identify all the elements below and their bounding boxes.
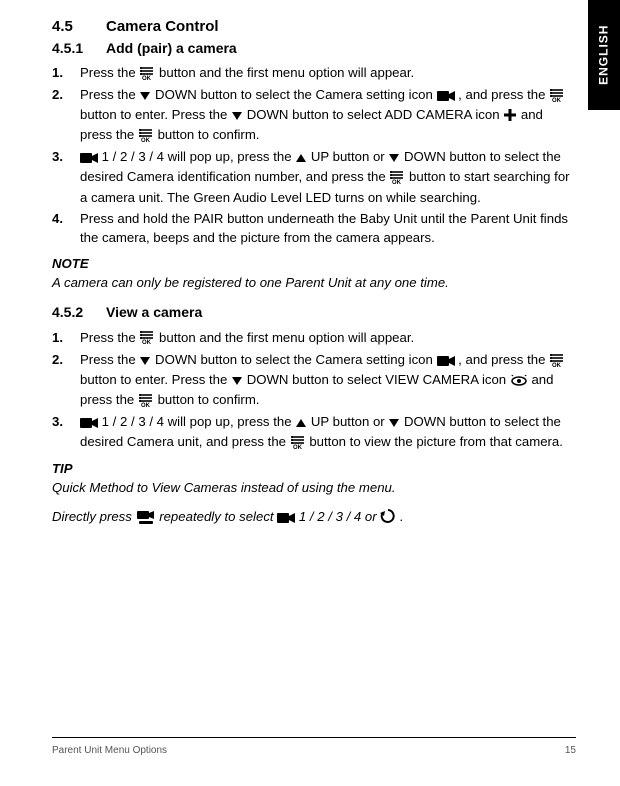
down-arrow-icon — [139, 90, 151, 102]
step-item: 2.Press the DOWN button to select the Ca… — [52, 84, 576, 146]
step-item: 3. 1 / 2 / 3 / 4 will pop up, press the … — [52, 146, 576, 207]
menu-ok-icon: OK — [139, 330, 155, 344]
down-arrow-icon — [388, 417, 400, 429]
page-footer: Parent Unit Menu Options 15 — [0, 737, 620, 759]
step-text: Press the DOWN button to select the Came… — [80, 85, 576, 145]
step-number: 2. — [52, 85, 80, 145]
step-number: 4. — [52, 209, 80, 247]
camera-icon — [80, 152, 98, 164]
footer-left: Parent Unit Menu Options — [52, 744, 167, 759]
subsection-title: View a camera — [106, 302, 202, 322]
step-item: 1.Press the OK button and the first menu… — [52, 327, 576, 349]
svg-text:OK: OK — [141, 138, 151, 142]
menu-ok-icon: OK — [290, 435, 306, 449]
camera-icon — [80, 417, 98, 429]
camera-select-icon — [136, 510, 156, 524]
step-text: Press the OK button and the first menu o… — [80, 328, 576, 348]
camera-icon — [437, 355, 455, 367]
section-heading: 4.5 Camera Control — [52, 16, 576, 38]
step-text: Press the OK button and the first menu o… — [80, 63, 576, 83]
menu-ok-icon: OK — [549, 353, 565, 367]
note-text: A camera can only be registered to one P… — [52, 273, 576, 292]
step-number: 2. — [52, 350, 80, 410]
cycle-icon — [380, 508, 396, 524]
note-heading: NOTE — [52, 254, 576, 273]
subsection-heading: 4.5.1 Add (pair) a camera — [52, 38, 576, 58]
steps-list-view: 1.Press the OK button and the first menu… — [52, 327, 576, 453]
steps-list-add: 1.Press the OK button and the first menu… — [52, 62, 576, 248]
tip-heading: TIP — [52, 459, 576, 478]
step-item: 3. 1 / 2 / 3 / 4 will pop up, press the … — [52, 411, 576, 453]
down-arrow-icon — [139, 355, 151, 367]
footer-page-number: 15 — [565, 744, 576, 759]
camera-icon — [277, 512, 295, 524]
svg-text:OK: OK — [141, 403, 151, 407]
plus-icon — [503, 108, 517, 122]
step-item: 4.Press and hold the PAIR button underne… — [52, 208, 576, 248]
menu-ok-icon: OK — [138, 128, 154, 142]
language-tab-label: ENGLISH — [595, 25, 612, 85]
subsection-number: 4.5.1 — [52, 38, 106, 58]
step-text: 1 / 2 / 3 / 4 will pop up, press the UP … — [80, 412, 576, 452]
svg-text:OK: OK — [552, 98, 562, 102]
menu-ok-icon: OK — [138, 393, 154, 407]
svg-text:OK: OK — [392, 180, 402, 184]
step-number: 3. — [52, 412, 80, 452]
svg-text:OK: OK — [142, 76, 152, 80]
menu-ok-icon: OK — [389, 170, 405, 184]
step-item: 2.Press the DOWN button to select the Ca… — [52, 349, 576, 411]
language-tab: ENGLISH — [588, 0, 620, 110]
tip-line-2: Directly press repeatedly to select 1 / … — [52, 507, 576, 527]
svg-text:OK: OK — [293, 445, 303, 449]
section-title: Camera Control — [106, 16, 219, 38]
footer-rule — [52, 737, 576, 738]
step-number: 1. — [52, 328, 80, 348]
section-number: 4.5 — [52, 16, 106, 38]
step-number: 1. — [52, 63, 80, 83]
svg-text:OK: OK — [142, 340, 152, 344]
step-number: 3. — [52, 147, 80, 206]
eye-icon — [510, 375, 528, 387]
subsection-heading: 4.5.2 View a camera — [52, 302, 576, 322]
down-arrow-icon — [388, 152, 400, 164]
up-arrow-icon — [295, 417, 307, 429]
menu-ok-icon: OK — [549, 88, 565, 102]
tip-line-1: Quick Method to View Cameras instead of … — [52, 478, 576, 497]
page-body: 4.5 Camera Control 4.5.1 Add (pair) a ca… — [0, 0, 620, 527]
subsection-number: 4.5.2 — [52, 302, 106, 322]
up-arrow-icon — [295, 152, 307, 164]
step-text: Press and hold the PAIR button underneat… — [80, 209, 576, 247]
step-text: Press the DOWN button to select the Came… — [80, 350, 576, 410]
menu-ok-icon: OK — [139, 66, 155, 80]
svg-text:OK: OK — [552, 363, 562, 367]
down-arrow-icon — [231, 110, 243, 122]
down-arrow-icon — [231, 375, 243, 387]
subsection-title: Add (pair) a camera — [106, 38, 237, 58]
camera-icon — [437, 90, 455, 102]
step-text: 1 / 2 / 3 / 4 will pop up, press the UP … — [80, 147, 576, 206]
step-item: 1.Press the OK button and the first menu… — [52, 62, 576, 84]
